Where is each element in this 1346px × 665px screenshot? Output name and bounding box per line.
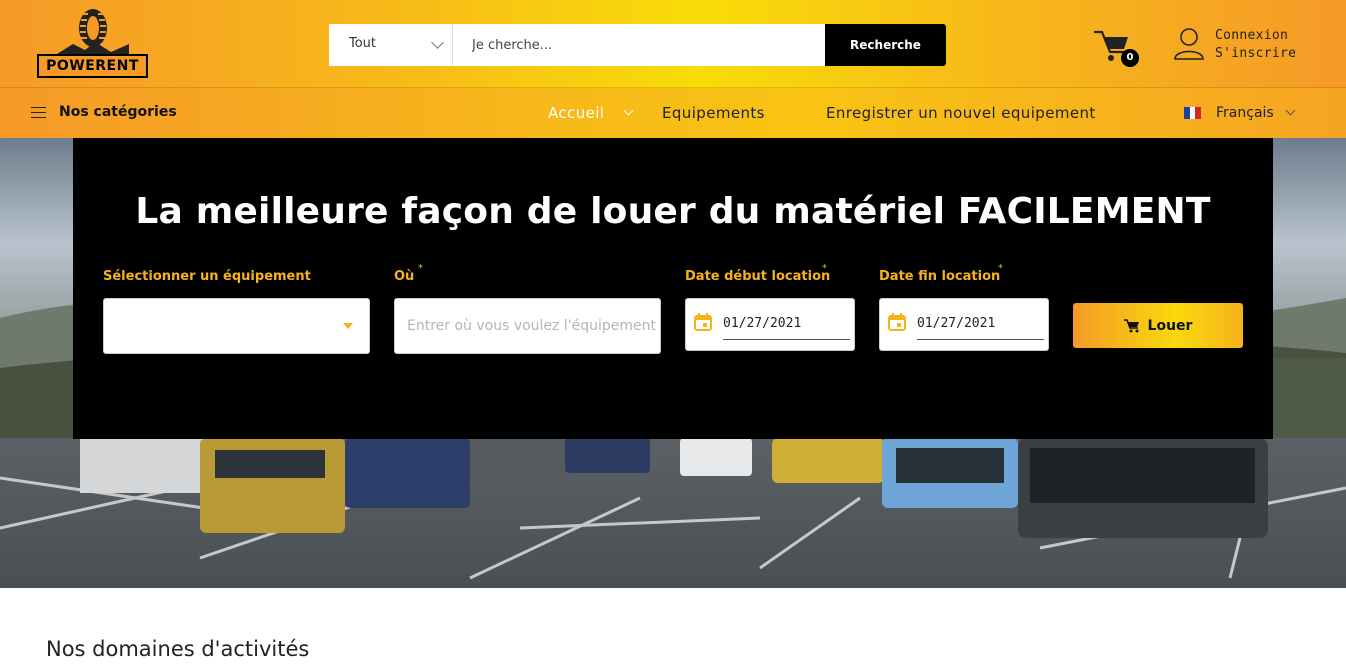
nav-item-register-equipment[interactable]: Enregistrer un nouvel equipement — [826, 104, 1096, 122]
cart-count-badge: 0 — [1121, 49, 1139, 67]
start-date-label: Date début location — [685, 269, 831, 284]
search-bar: Tout Recherche — [329, 24, 946, 66]
start-date-value: 01/27/2021 — [723, 316, 802, 331]
equipment-select[interactable] — [103, 298, 370, 354]
search-input[interactable] — [453, 24, 825, 66]
where-input[interactable] — [395, 299, 660, 353]
section-title: Nos domaines d'activités — [46, 637, 310, 661]
caret-down-icon — [343, 323, 353, 329]
logo-text: POWERENT — [37, 54, 148, 78]
main-nav: Nos catégories Accueil Equipements Enreg… — [0, 88, 1346, 138]
required-star: * — [418, 263, 423, 274]
flag-fr-icon — [1184, 107, 1202, 119]
nav-item-equipements[interactable]: Equipements — [662, 104, 765, 122]
tire-logo-icon — [57, 9, 129, 56]
where-label: Où — [394, 269, 415, 284]
chevron-down-icon — [1285, 105, 1296, 116]
end-date-field[interactable]: 01/27/2021 — [879, 298, 1049, 351]
equipment-label: Sélectionner un équipement — [103, 269, 311, 284]
where-field[interactable] — [394, 298, 661, 354]
rent-button[interactable]: Louer — [1073, 303, 1243, 348]
categories-menu[interactable]: Nos catégories — [31, 104, 177, 120]
top-header: POWERENT Tout Recherche 0 Connexion S'in… — [0, 0, 1346, 88]
rent-button-label: Louer — [1147, 317, 1193, 334]
cart-small-icon — [1123, 318, 1139, 332]
categories-label: Nos catégories — [59, 104, 177, 120]
search-category-value: Tout — [349, 36, 377, 51]
register-link[interactable]: S'inscrire — [1215, 46, 1296, 61]
start-date-field[interactable]: 01/27/2021 — [685, 298, 855, 351]
underline — [917, 339, 1044, 340]
end-date-label: Date fin location — [879, 269, 1001, 284]
search-button[interactable]: Recherche — [825, 24, 946, 66]
required-star: * — [822, 263, 827, 274]
calendar-icon — [888, 313, 906, 331]
login-link[interactable]: Connexion — [1215, 28, 1288, 43]
chevron-down-icon — [431, 36, 444, 49]
search-category-select[interactable]: Tout — [329, 24, 453, 66]
required-star: * — [998, 263, 1003, 274]
nav-item-accueil[interactable]: Accueil — [548, 104, 604, 122]
calendar-icon — [694, 313, 712, 331]
account-menu[interactable]: Connexion S'inscrire — [1173, 27, 1323, 67]
cart-button[interactable]: 0 — [1093, 28, 1143, 68]
language-select[interactable]: Français — [1184, 105, 1296, 121]
chevron-down-icon — [623, 105, 634, 116]
hero-title: La meilleure façon de louer du matériel … — [135, 191, 1211, 232]
rental-search-panel: La meilleure façon de louer du matériel … — [73, 138, 1273, 439]
language-label: Français — [1216, 105, 1274, 121]
underline — [723, 339, 850, 340]
logo[interactable]: POWERENT — [37, 8, 149, 78]
end-date-value: 01/27/2021 — [917, 316, 996, 331]
menu-icon — [31, 106, 46, 119]
user-icon — [1174, 28, 1204, 60]
